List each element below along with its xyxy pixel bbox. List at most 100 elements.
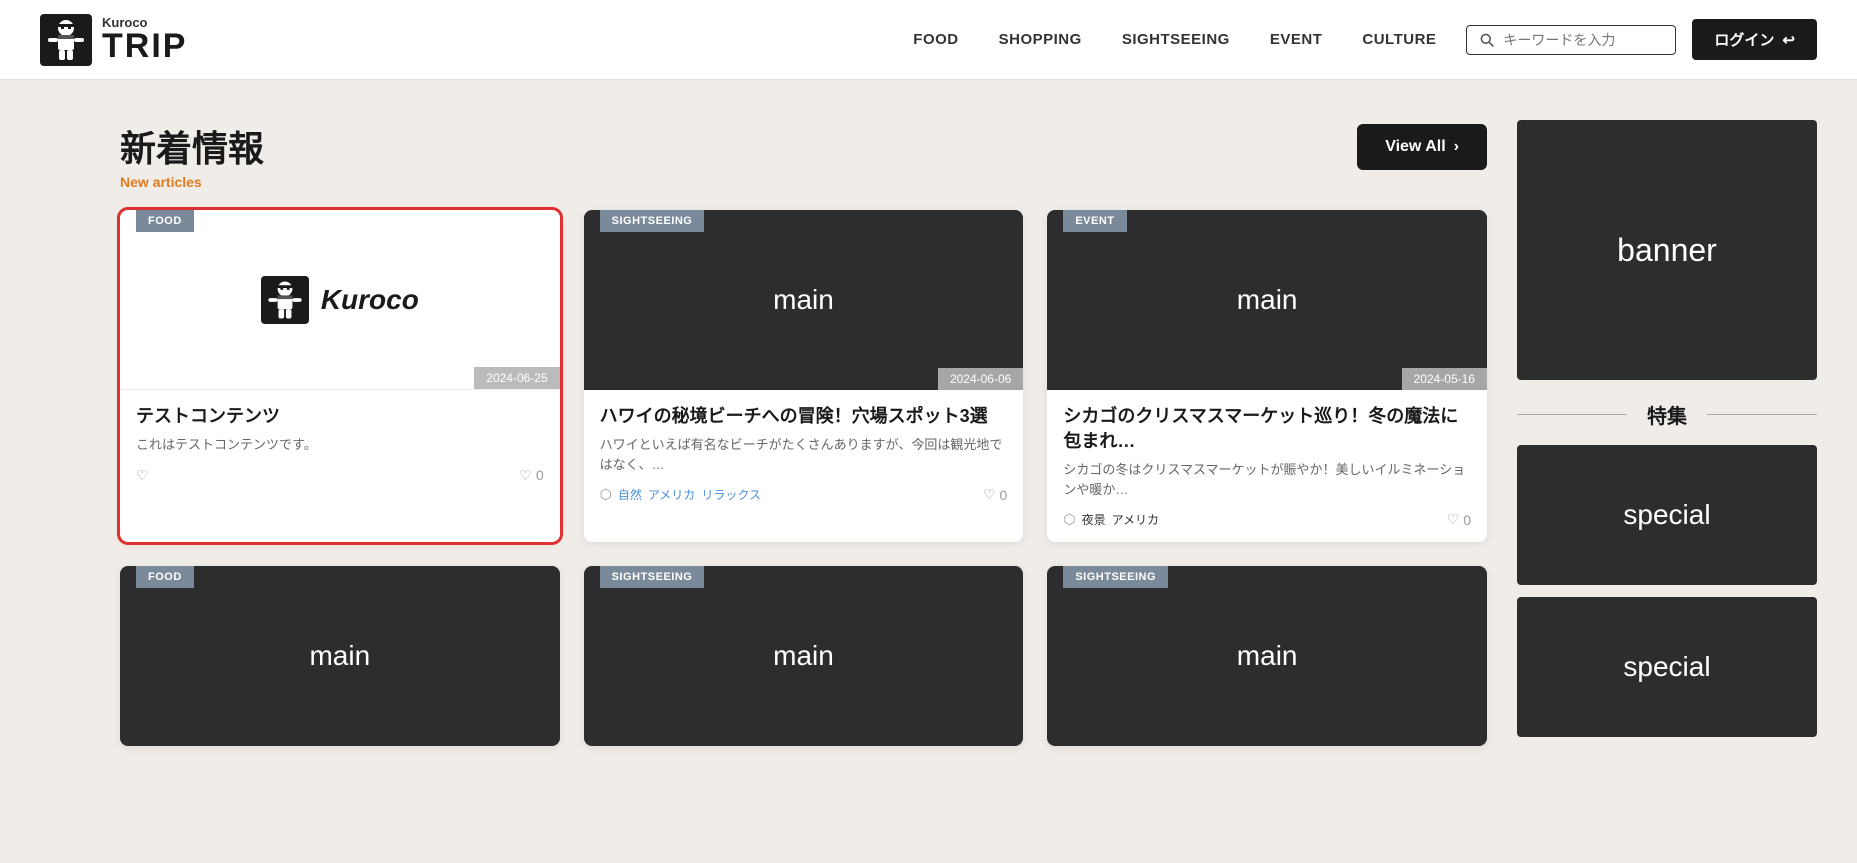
card-1-title: テストコンテンツ (136, 404, 544, 429)
card-1-body: テストコンテンツ これはテストコンテンツです。 ♡ ♡ 0 (120, 390, 560, 498)
card-2-like-count: 0 (1000, 487, 1008, 503)
card-1-image: Kuroco 2024-06-25 (120, 210, 560, 390)
card-2-date: 2024-06-06 (938, 368, 1023, 390)
card-5-image-label: main (773, 640, 834, 672)
kuroco-brand-area: Kuroco (261, 276, 419, 324)
card-1-tags: ♡ (136, 467, 149, 484)
section-header: 新着情報 New articles View All › (120, 120, 1487, 190)
card-2[interactable]: SIGHTSEEING main 2024-06-06 ハワイの秘境ビーチへの冒… (584, 210, 1024, 542)
card-3-footer: ⬡ 夜景 アメリカ ♡ 0 (1063, 511, 1471, 528)
card-4-image-label: main (309, 640, 370, 672)
tag-america-3[interactable]: アメリカ (1112, 511, 1159, 528)
sidebar: banner 特集 special special (1517, 120, 1817, 770)
card-3-image: main 2024-05-16 (1047, 210, 1487, 390)
card-6-category-badge: SIGHTSEEING (1063, 566, 1168, 588)
heart-icon-2: ♡ (983, 486, 996, 503)
card-2-category-badge: SIGHTSEEING (600, 210, 705, 232)
heart-icon-3: ♡ (1447, 511, 1460, 528)
card-2-description: ハワイといえば有名なビーチがたくさんありますが、今回は観光地ではなく、… (600, 435, 1008, 474)
card-3-tags: ⬡ 夜景 アメリカ (1063, 511, 1159, 528)
tag-relax[interactable]: リラックス (701, 486, 761, 503)
card-2-tags: ⬡ 自然 アメリカ リラックス (600, 486, 761, 503)
section-subtitle: New articles (120, 174, 264, 190)
chevron-right-icon: › (1454, 138, 1459, 156)
card-2-image-label: main (773, 284, 834, 316)
card-3-category-badge: EVENT (1063, 210, 1126, 232)
content-area: 新着情報 New articles View All › FOOD (120, 120, 1487, 770)
special-block-2[interactable]: special (1517, 597, 1817, 737)
ninja-logo-icon (40, 14, 92, 66)
divider-right (1707, 414, 1817, 415)
card-1-like-count: 0 (536, 467, 544, 483)
card-2-title: ハワイの秘境ビーチへの冒険！穴場スポット3選 (600, 404, 1008, 429)
search-area (1466, 25, 1676, 55)
logo-area: Kuroco TRIP (40, 14, 187, 66)
card-5-image: main (584, 566, 1024, 746)
logo-text: Kuroco TRIP (102, 16, 187, 63)
special-block-1[interactable]: special (1517, 445, 1817, 585)
card-3-description: シカゴの冬はクリスマスマーケットが賑やか！美しいイルミネーションや暖か… (1063, 460, 1471, 499)
card-6-image: main (1047, 566, 1487, 746)
tag-shizen[interactable]: 自然 (618, 486, 642, 503)
card-4-category-badge: FOOD (136, 566, 194, 588)
section-title-block: 新着情報 New articles (120, 120, 264, 190)
card-ninja-icon (261, 276, 309, 324)
cards-row-2: FOOD main SIGHTSEEING main SIGHTSEEING m… (120, 566, 1487, 746)
card-1[interactable]: FOOD (120, 210, 560, 542)
card-3-title: シカゴのクリスマスマーケット巡り！冬の魔法に包まれ… (1063, 404, 1471, 454)
card-2-likes: ♡ 0 (983, 486, 1007, 503)
banner-label: banner (1617, 232, 1717, 269)
tag-icon: ♡ (136, 467, 149, 484)
card-5[interactable]: SIGHTSEEING main (584, 566, 1024, 746)
divider-left (1517, 414, 1627, 415)
card-2-body: ハワイの秘境ビーチへの冒険！穴場スポット3選 ハワイといえば有名なビーチがたくさ… (584, 390, 1024, 517)
card-6-image-label: main (1237, 640, 1298, 672)
cards-row-1: FOOD (120, 210, 1487, 542)
section-title: 新着情報 (120, 120, 264, 172)
card-1-date: 2024-06-25 (474, 367, 559, 389)
header: Kuroco TRIP FOOD SHOPPING SIGHTSEEING EV… (0, 0, 1857, 80)
card-2-image: main 2024-06-06 (584, 210, 1024, 390)
card-1-footer: ♡ ♡ 0 (136, 467, 544, 484)
login-label: ログイン (1714, 29, 1774, 50)
card-3-date: 2024-05-16 (1402, 368, 1487, 390)
tag-america[interactable]: アメリカ (648, 486, 695, 503)
search-input[interactable] (1503, 32, 1663, 48)
nav-culture[interactable]: CULTURE (1362, 31, 1436, 48)
card-6[interactable]: SIGHTSEEING main (1047, 566, 1487, 746)
nav-sightseeing[interactable]: SIGHTSEEING (1122, 31, 1230, 48)
view-all-button[interactable]: View All › (1357, 124, 1487, 170)
nav-shopping[interactable]: SHOPPING (999, 31, 1082, 48)
banner-block[interactable]: banner (1517, 120, 1817, 380)
tag-icon-2: ⬡ (600, 486, 612, 503)
card-3-likes: ♡ 0 (1447, 511, 1471, 528)
tokushu-title: 特集 (1627, 400, 1707, 429)
card-3[interactable]: EVENT main 2024-05-16 シカゴのクリスマスマーケット巡り！冬… (1047, 210, 1487, 542)
card-3-image-label: main (1237, 284, 1298, 316)
search-icon (1479, 32, 1495, 48)
card-2-footer: ⬡ 自然 アメリカ リラックス ♡ 0 (600, 486, 1008, 503)
card-4[interactable]: FOOD main (120, 566, 560, 746)
card-3-like-count: 0 (1463, 512, 1471, 528)
view-all-label: View All (1385, 138, 1445, 156)
nav-event[interactable]: EVENT (1270, 31, 1323, 48)
special-2-label: special (1623, 651, 1710, 683)
card-4-image: main (120, 566, 560, 746)
special-1-label: special (1623, 499, 1710, 531)
card-1-likes: ♡ 0 (519, 467, 543, 484)
heart-icon: ♡ (519, 467, 532, 484)
main-content: 新着情報 New articles View All › FOOD (0, 80, 1857, 810)
card-3-body: シカゴのクリスマスマーケット巡り！冬の魔法に包まれ… シカゴの冬はクリスマスマー… (1047, 390, 1487, 542)
tokushu-section-header: 特集 (1517, 400, 1817, 429)
tag-icon-3: ⬡ (1063, 511, 1075, 528)
card-1-category-badge: FOOD (136, 210, 194, 232)
kuroco-brand-name: Kuroco (321, 284, 419, 316)
main-nav: FOOD SHOPPING SIGHTSEEING EVENT CULTURE (913, 31, 1436, 48)
logo-trip-text: TRIP (102, 29, 187, 63)
login-arrow-icon: ↩ (1782, 31, 1795, 49)
tag-yakei[interactable]: 夜景 (1082, 511, 1106, 528)
login-button[interactable]: ログイン ↩ (1692, 19, 1817, 60)
card-5-category-badge: SIGHTSEEING (600, 566, 705, 588)
card-1-description: これはテストコンテンツです。 (136, 435, 544, 455)
nav-food[interactable]: FOOD (913, 31, 958, 48)
